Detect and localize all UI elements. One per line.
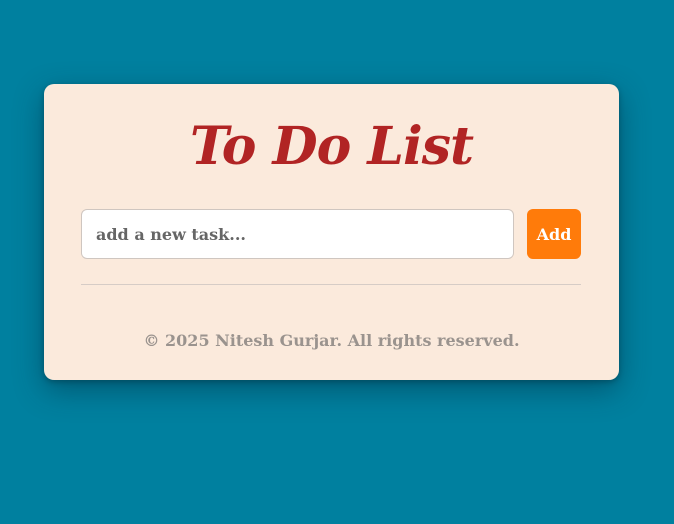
divider	[81, 284, 581, 285]
footer-copyright: © 2025 Nitesh Gurjar. All rights reserve…	[143, 331, 520, 350]
page-title: To Do List	[189, 116, 474, 177]
add-button[interactable]: Add	[527, 209, 581, 259]
todo-card: To Do List Add © 2025 Nitesh Gurjar. All…	[44, 84, 619, 380]
task-input[interactable]	[81, 209, 514, 259]
